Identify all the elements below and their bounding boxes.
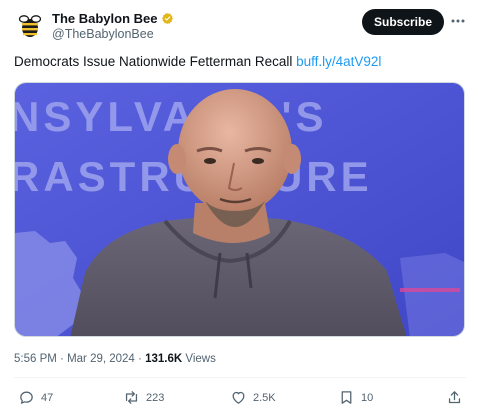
heart-icon [232, 391, 245, 404]
verified-badge-icon[interactable] [161, 12, 174, 25]
reply-icon [20, 391, 33, 404]
tweet-media-image[interactable]: NSYLVANIA'S RASTRUCTURE [14, 82, 465, 337]
tweet-body: Democrats Issue Nationwide Fetterman Rec… [14, 54, 293, 69]
share-button[interactable] [446, 389, 463, 406]
views-label: Views [185, 353, 216, 365]
tweet-text: Democrats Issue Nationwide Fetterman Rec… [14, 54, 381, 69]
views-count: 131.6K [145, 353, 183, 365]
tweet-time[interactable]: 5:56 PM [14, 353, 57, 365]
more-options-icon[interactable] [449, 12, 467, 30]
avatar[interactable] [14, 10, 46, 42]
like-button[interactable]: 2.5K [230, 389, 276, 406]
bookmark-count: 10 [361, 391, 374, 404]
meta-separator: · [60, 353, 68, 365]
tweet-meta: 5:56 PM · Mar 29, 2024 · 131.6K Views [14, 353, 216, 365]
meta-separator: · [138, 353, 146, 365]
repost-count: 223 [146, 391, 165, 404]
share-icon [448, 391, 461, 404]
media-photo: NSYLVANIA'S RASTRUCTURE [15, 83, 464, 336]
author-name-row: The Babylon Bee [52, 11, 174, 26]
repost-icon [125, 391, 138, 404]
babylon-bee-logo-icon [15, 11, 45, 41]
bookmark-button[interactable]: 10 [338, 389, 373, 406]
tweet-date[interactable]: Mar 29, 2024 [67, 353, 135, 365]
repost-button[interactable]: 223 [123, 389, 164, 406]
subscribe-button[interactable]: Subscribe [362, 9, 444, 35]
bookmark-icon [341, 391, 352, 404]
like-count: 2.5K [253, 391, 276, 404]
author-handle[interactable]: @TheBabylonBee [52, 27, 154, 41]
reply-count: 47 [41, 391, 54, 404]
divider [14, 377, 466, 378]
reply-button[interactable]: 47 [18, 389, 53, 406]
author-display-name[interactable]: The Babylon Bee [52, 11, 157, 26]
tweet-card: The Babylon Bee @TheBabylonBee Subscribe… [0, 0, 478, 418]
tweet-link[interactable]: buff.ly/4atV92l [296, 54, 381, 69]
